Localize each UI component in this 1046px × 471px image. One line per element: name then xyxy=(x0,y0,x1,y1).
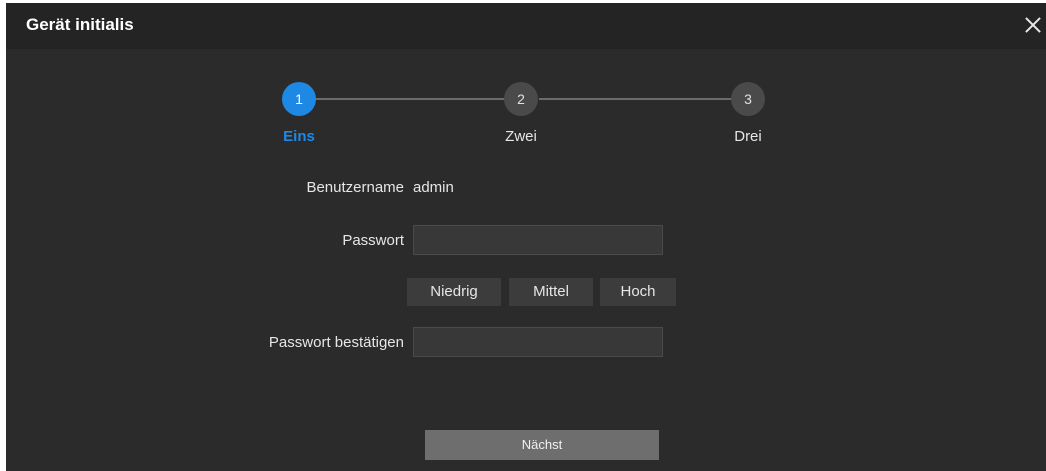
init-dialog: Gerät initialis 1 2 3 Eins Zwei Drei Ben… xyxy=(6,3,1046,471)
step-1-label: Eins xyxy=(283,128,315,145)
dialog-title: Gerät initialis xyxy=(26,15,134,34)
step-2-label: Zwei xyxy=(505,128,537,145)
title-bar: Gerät initialis xyxy=(6,3,1046,49)
username-label: Benutzername xyxy=(306,179,404,196)
strength-medium: Mittel xyxy=(509,278,593,306)
strength-low: Niedrig xyxy=(407,278,501,306)
password-label: Passwort xyxy=(342,232,404,249)
password-field[interactable] xyxy=(413,225,663,255)
confirm-password-field[interactable] xyxy=(413,327,663,357)
step-1-circle: 1 xyxy=(282,82,316,116)
strength-high: Hoch xyxy=(600,278,676,306)
confirm-password-label: Passwort bestätigen xyxy=(268,334,404,351)
step-2-circle: 2 xyxy=(504,82,538,116)
step-3-label: Drei xyxy=(734,128,762,145)
step-connector-2-3 xyxy=(539,98,732,100)
step-3-circle: 3 xyxy=(731,82,765,116)
close-icon[interactable] xyxy=(1022,14,1044,36)
next-button[interactable]: Nächst xyxy=(425,430,659,460)
username-value: admin xyxy=(413,179,454,196)
step-connector-1-2 xyxy=(312,98,505,100)
